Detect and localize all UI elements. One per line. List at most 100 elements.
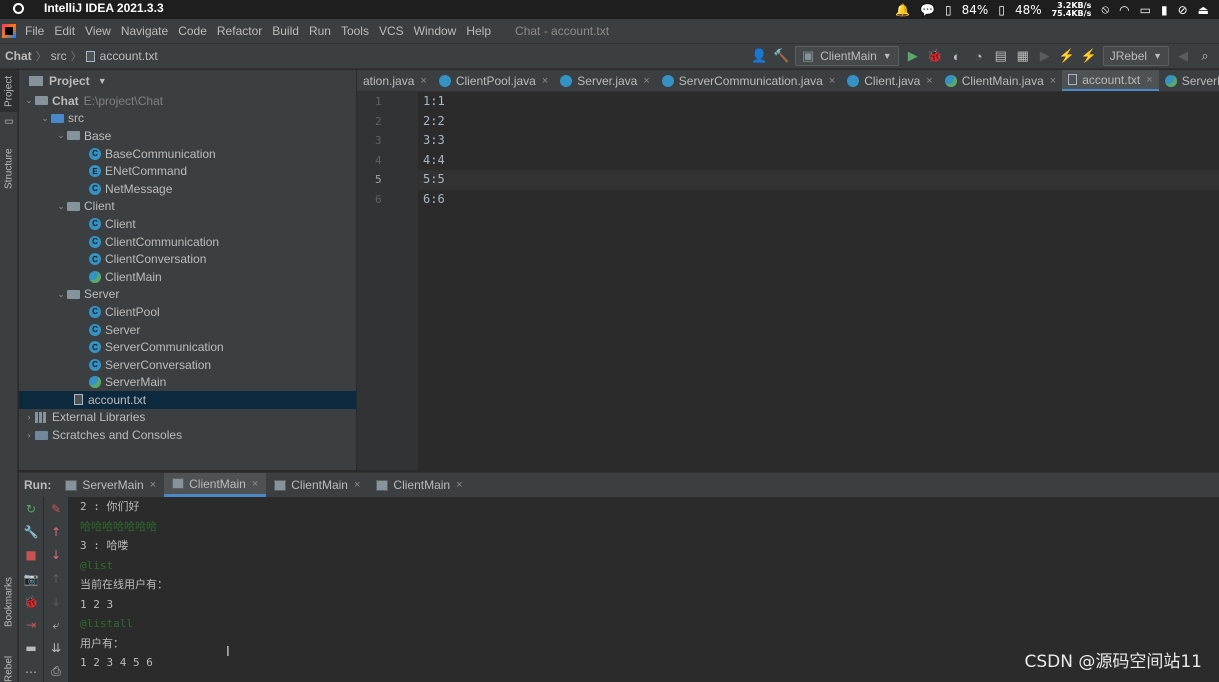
- attach-icon[interactable]: ▤: [993, 48, 1009, 64]
- code-line[interactable]: 3:3: [418, 131, 1219, 151]
- menu-tools[interactable]: Tools: [341, 24, 369, 38]
- tree-node-account-file[interactable]: account.txt: [19, 391, 356, 409]
- project-tool-tab[interactable]: Project: [0, 70, 18, 112]
- menu-edit[interactable]: Edit: [54, 24, 75, 38]
- build-hammer-icon[interactable]: 🔨: [773, 48, 789, 64]
- close-icon[interactable]: ×: [1146, 74, 1152, 86]
- tree-node-scratches[interactable]: › Scratches and Consoles: [19, 426, 356, 444]
- menu-file[interactable]: File: [25, 24, 44, 38]
- wrench-icon[interactable]: 🔧: [19, 520, 43, 543]
- tab-servermain-java[interactable]: ServerM: [1159, 70, 1219, 91]
- tab-account-txt[interactable]: account.txt ×: [1062, 70, 1159, 91]
- close-icon[interactable]: ×: [926, 75, 932, 87]
- menu-run[interactable]: Run: [309, 24, 331, 38]
- exit-icon[interactable]: ⇥: [19, 613, 43, 636]
- profile-icon[interactable]: ◔: [971, 48, 987, 64]
- code-line[interactable]: 6:6: [418, 190, 1219, 210]
- scroll-to-end-icon[interactable]: ⇊: [44, 637, 68, 660]
- search-icon[interactable]: ⌕: [1197, 48, 1213, 64]
- camera-icon[interactable]: 📷: [19, 567, 43, 590]
- close-icon[interactable]: ×: [542, 75, 548, 87]
- tree-node-client[interactable]: ⌄ Client: [19, 198, 356, 216]
- battery-charge-icon[interactable]: ▮: [1161, 3, 1168, 17]
- print-icon[interactable]: ⎙: [44, 660, 68, 682]
- bookmarks-tool-tab[interactable]: Bookmarks: [0, 574, 18, 630]
- tree-node-class[interactable]: C ServerCommunication: [19, 338, 356, 356]
- wifi-icon[interactable]: ◠: [1119, 3, 1129, 17]
- user-icon[interactable]: 👤: [751, 48, 767, 64]
- jrebel-select[interactable]: JRebel ▼: [1102, 46, 1169, 66]
- run-tab-clientmain-1[interactable]: ClientMain ×: [164, 473, 267, 497]
- chevron-right-icon[interactable]: ›: [23, 430, 35, 440]
- chevron-down-icon[interactable]: ⌄: [39, 113, 51, 124]
- tab-client-java[interactable]: Client.java ×: [841, 70, 938, 91]
- tree-node-class[interactable]: ClientMain: [19, 268, 356, 286]
- tree-node-class[interactable]: C Client: [19, 215, 356, 233]
- tab-servercommunication-java[interactable]: ServerCommunication.java ×: [656, 70, 842, 91]
- menu-vcs[interactable]: VCS: [379, 24, 404, 38]
- layout-icon[interactable]: ▬: [19, 637, 43, 660]
- arrow-down-icon[interactable]: ↓: [44, 544, 68, 567]
- project-panel-header[interactable]: Project ▼: [19, 70, 356, 92]
- menu-help[interactable]: Help: [466, 24, 491, 38]
- jrebel-debug-icon[interactable]: ⚡: [1081, 48, 1097, 64]
- menu-code[interactable]: Code: [178, 24, 207, 38]
- start-circle-icon[interactable]: [13, 3, 24, 14]
- folder-icon[interactable]: ▭: [0, 114, 18, 130]
- code-line[interactable]: 2:2: [418, 112, 1219, 132]
- deploy-icon[interactable]: ▦: [1015, 48, 1031, 64]
- tab-clientmain-java[interactable]: ClientMain.java ×: [939, 70, 1062, 91]
- tree-node-class[interactable]: C BaseCommunication: [19, 145, 356, 163]
- code-line-current[interactable]: 5:5: [418, 170, 1219, 190]
- close-icon[interactable]: ×: [252, 478, 258, 490]
- code-editor[interactable]: 1:1 2:2 3:3 4:4 5:5 6:6: [418, 92, 1219, 470]
- soft-wrap-icon[interactable]: ⤶: [44, 613, 68, 636]
- structure-tool-tab[interactable]: Structure: [0, 146, 18, 192]
- run-config-select[interactable]: ▣ ClientMain ▼: [795, 46, 899, 66]
- chevron-down-icon[interactable]: ⌄: [55, 130, 67, 141]
- breadcrumb-file[interactable]: account.txt: [100, 49, 158, 63]
- stop-icon[interactable]: ■: [19, 544, 43, 567]
- tab-server-java[interactable]: Server.java ×: [554, 70, 655, 91]
- menu-refactor[interactable]: Refactor: [217, 24, 262, 38]
- code-line[interactable]: 1:1: [418, 92, 1219, 112]
- notification-icon[interactable]: 🔔: [895, 3, 910, 17]
- run-tab-servermain[interactable]: ServerMain ×: [57, 473, 164, 497]
- run-icon[interactable]: ▶: [905, 48, 921, 64]
- close-icon[interactable]: ×: [456, 479, 462, 491]
- tree-node-base[interactable]: ⌄ Base: [19, 127, 356, 145]
- display-icon[interactable]: ▭: [1140, 3, 1151, 17]
- close-icon[interactable]: ×: [354, 479, 360, 491]
- mute-icon[interactable]: ⊘: [1178, 3, 1188, 17]
- chat-icon[interactable]: 💬: [920, 3, 935, 17]
- close-icon[interactable]: ×: [420, 75, 426, 87]
- tree-node-class[interactable]: C ClientConversation: [19, 250, 356, 268]
- jrebel-tool-tab[interactable]: JRebel: [0, 655, 18, 682]
- chevron-down-icon[interactable]: ⌄: [55, 201, 67, 212]
- chevron-down-icon[interactable]: ▼: [98, 76, 107, 86]
- tree-node-class[interactable]: C NetMessage: [19, 180, 356, 198]
- more-icon[interactable]: ⋯: [19, 660, 43, 682]
- close-icon[interactable]: ×: [829, 75, 835, 87]
- close-icon[interactable]: ×: [643, 75, 649, 87]
- tree-node-class[interactable]: C Server: [19, 321, 356, 339]
- tree-node-src[interactable]: ⌄ src: [19, 110, 356, 128]
- debug-icon[interactable]: 🐞: [927, 48, 943, 64]
- jrebel-run-icon[interactable]: ⚡: [1059, 48, 1075, 64]
- tree-node-class[interactable]: E ENetCommand: [19, 162, 356, 180]
- debug-icon[interactable]: 🐞: [19, 590, 43, 613]
- chevron-down-icon[interactable]: ⌄: [55, 289, 67, 300]
- bluetooth-off-icon[interactable]: ⦸: [1101, 2, 1109, 17]
- breadcrumb-project[interactable]: Chat: [5, 49, 32, 63]
- eject-icon[interactable]: ⏏: [1198, 3, 1209, 17]
- tree-node-external-libraries[interactable]: › External Libraries: [19, 409, 356, 427]
- menu-navigate[interactable]: Navigate: [121, 24, 168, 38]
- run-tab-clientmain-3[interactable]: ClientMain ×: [368, 473, 470, 497]
- menu-build[interactable]: Build: [272, 24, 299, 38]
- tree-node-class[interactable]: C ServerConversation: [19, 356, 356, 374]
- tree-node-class[interactable]: C ClientCommunication: [19, 233, 356, 251]
- close-icon[interactable]: ×: [150, 479, 156, 491]
- rerun-icon[interactable]: ↻: [19, 497, 43, 520]
- back-icon[interactable]: ◀: [1175, 48, 1191, 64]
- run-tab-clientmain-2[interactable]: ClientMain ×: [266, 473, 368, 497]
